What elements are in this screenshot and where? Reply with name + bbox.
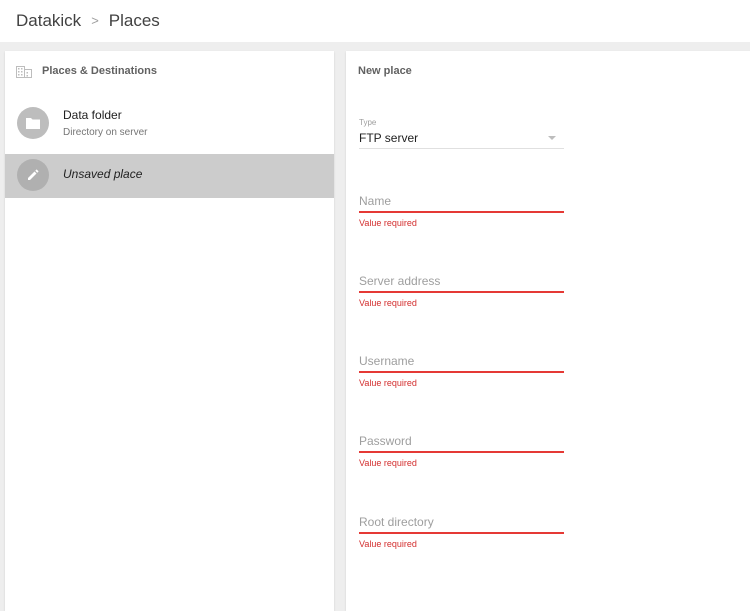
username-field[interactable]: Username Value required — [359, 354, 564, 390]
username-placeholder: Username — [359, 354, 415, 368]
type-value: FTP server — [359, 131, 419, 145]
chevron-down-icon — [548, 136, 556, 140]
password-placeholder: Password — [359, 434, 412, 448]
server-address-error: Value required — [359, 298, 417, 308]
password-error: Value required — [359, 458, 417, 468]
place-item-data-folder[interactable]: Data folder Directory on server — [5, 102, 334, 146]
root-directory-field[interactable]: Root directory Value required — [359, 515, 564, 551]
folder-icon — [26, 118, 40, 129]
places-list-panel: Places & Destinations Data folder Direct… — [5, 51, 334, 611]
place-item-subtitle: Directory on server — [63, 127, 148, 138]
building-icon — [16, 66, 32, 78]
input-underline — [359, 211, 564, 213]
place-item-unsaved[interactable]: Unsaved place — [5, 154, 334, 198]
place-item-title: Data folder — [63, 108, 122, 122]
name-placeholder: Name — [359, 194, 392, 208]
place-item-title: Unsaved place — [63, 167, 143, 181]
password-field[interactable]: Password Value required — [359, 434, 564, 470]
breadcrumb-separator: > — [91, 13, 99, 28]
pencil-icon — [28, 169, 39, 180]
type-select[interactable]: Type FTP server — [359, 118, 564, 152]
places-panel-title: Places & Destinations — [42, 65, 157, 77]
input-underline — [359, 291, 564, 293]
type-label: Type — [359, 118, 377, 127]
server-address-field[interactable]: Server address Value required — [359, 274, 564, 310]
name-error: Value required — [359, 218, 417, 228]
new-place-form-panel: New place Type FTP server Name Value req… — [346, 51, 750, 611]
server-address-placeholder: Server address — [359, 274, 441, 288]
form-title: New place — [358, 65, 412, 77]
breadcrumb: Datakick > Places — [16, 11, 160, 31]
name-field[interactable]: Name Value required — [359, 194, 564, 230]
place-avatar — [17, 159, 49, 191]
input-underline — [359, 451, 564, 453]
breadcrumb-root[interactable]: Datakick — [16, 11, 81, 30]
breadcrumb-current: Places — [108, 11, 160, 30]
root-directory-error: Value required — [359, 539, 417, 549]
select-underline — [359, 148, 564, 149]
username-error: Value required — [359, 378, 417, 388]
input-underline — [359, 532, 564, 534]
top-bar: Datakick > Places — [0, 0, 750, 42]
root-directory-placeholder: Root directory — [359, 515, 434, 529]
input-underline — [359, 371, 564, 373]
place-avatar — [17, 107, 49, 139]
